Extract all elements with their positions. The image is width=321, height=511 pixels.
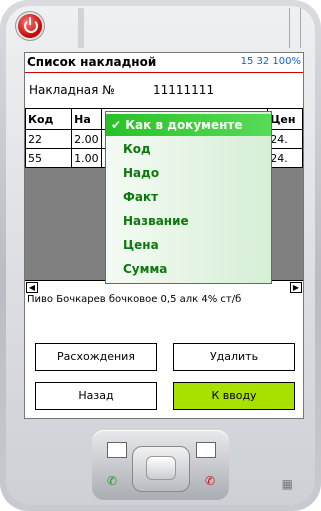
right-softkey-icon[interactable] — [196, 442, 216, 458]
col-header-code[interactable]: Код — [25, 108, 73, 130]
menu-item-sum[interactable]: Сумма — [106, 258, 271, 280]
item-description: Пиво Бочкарев бочковое 0,5 алк 4% ст/б — [27, 294, 242, 305]
stylus-slot-left — [78, 8, 84, 48]
cell-code: 55 — [25, 148, 73, 168]
col-header-qty[interactable]: На — [71, 108, 102, 130]
power-icon[interactable] — [18, 14, 42, 38]
delete-button[interactable]: Удалить — [173, 343, 295, 371]
title-bar: Список накладной 15 32 100% — [25, 53, 303, 73]
menu-item-name[interactable]: Название — [106, 210, 271, 232]
status-clock: 15 32 100% — [240, 56, 301, 67]
invoice-number: 11111111 — [153, 83, 215, 97]
cell-qty: 2.00 — [71, 129, 102, 149]
cell-price: 24. — [267, 129, 303, 149]
scroll-left-icon[interactable]: ◀ — [26, 282, 38, 293]
discrepancies-button[interactable]: Расхождения — [35, 343, 157, 371]
menu-item-price[interactable]: Цена — [106, 234, 271, 256]
invoice-label: Накладная № — [29, 83, 115, 97]
back-button[interactable]: Назад — [35, 382, 157, 410]
menu-item-as-document[interactable]: ✔ Как в документе — [106, 114, 271, 136]
menu-item-fact[interactable]: Факт — [106, 186, 271, 208]
menu-item-code[interactable]: Код — [106, 138, 271, 160]
left-softkey-icon[interactable] — [107, 442, 127, 458]
sort-menu: ✔ Как в документе Код Надо Факт Название… — [105, 111, 272, 284]
dpad-center-button[interactable] — [146, 456, 176, 480]
end-call-icon[interactable]: ✆ — [205, 474, 215, 488]
stylus-slot-right — [289, 8, 301, 48]
to-input-button[interactable]: К вводу — [173, 382, 295, 410]
screen: Список накладной 15 32 100% Накладная № … — [24, 52, 304, 419]
call-icon[interactable]: ✆ — [107, 474, 117, 488]
window-title: Список накладной — [27, 55, 157, 69]
scroll-right-icon[interactable]: ▶ — [290, 282, 302, 293]
cell-price: 24. — [267, 148, 303, 168]
windows-logo-icon: ▦ — [281, 477, 293, 491]
col-header-price[interactable]: Цен — [267, 108, 303, 130]
menu-item-need[interactable]: Надо — [106, 162, 271, 184]
cell-qty: 1.00 — [71, 148, 102, 168]
pda-device: Список накладной 15 32 100% Накладная № … — [0, 0, 321, 511]
cell-code: 22 — [25, 129, 73, 149]
invoice-row: Накладная № 11111111 — [29, 83, 214, 97]
check-icon: ✔ — [111, 118, 122, 132]
